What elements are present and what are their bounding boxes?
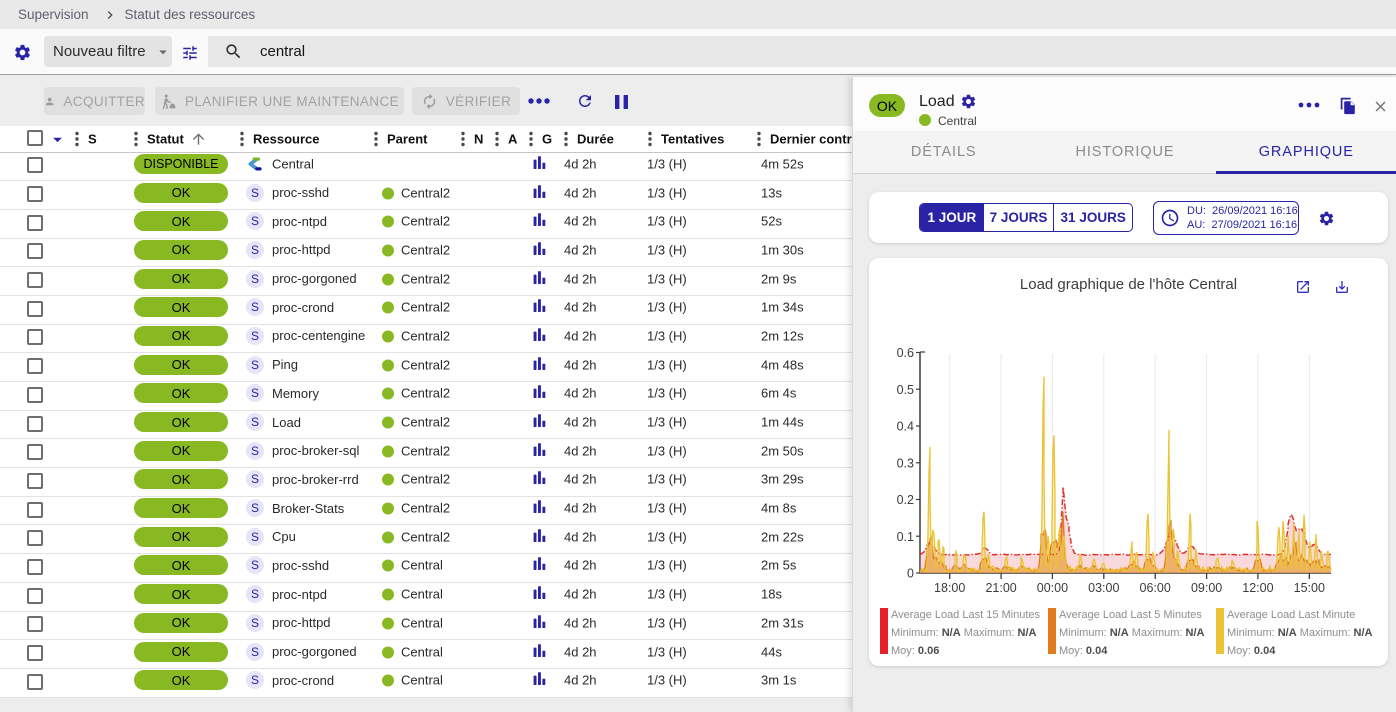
svg-text:03:00: 03:00 bbox=[1088, 581, 1119, 595]
svg-text:0.2: 0.2 bbox=[897, 493, 914, 507]
svg-text:00:00: 00:00 bbox=[1037, 581, 1068, 595]
svg-text:09:00: 09:00 bbox=[1191, 581, 1222, 595]
svg-text:06:00: 06:00 bbox=[1140, 581, 1171, 595]
svg-text:0: 0 bbox=[907, 567, 914, 581]
svg-text:0.3: 0.3 bbox=[897, 456, 914, 470]
svg-text:0.5: 0.5 bbox=[897, 383, 914, 397]
svg-text:15:00: 15:00 bbox=[1294, 581, 1325, 595]
svg-text:0.6: 0.6 bbox=[897, 346, 914, 360]
svg-text:18:00: 18:00 bbox=[934, 581, 965, 595]
svg-text:12:00: 12:00 bbox=[1242, 581, 1273, 595]
svg-text:0.1: 0.1 bbox=[897, 530, 914, 544]
svg-text:21:00: 21:00 bbox=[985, 581, 1016, 595]
svg-text:0.4: 0.4 bbox=[897, 420, 914, 434]
